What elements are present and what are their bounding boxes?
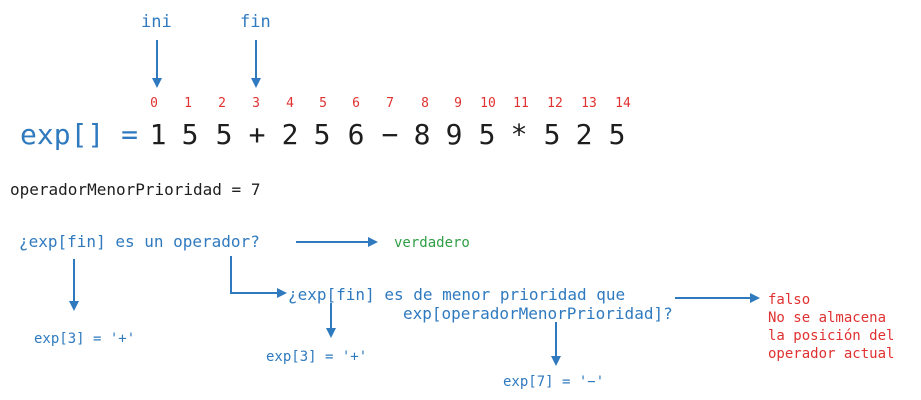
expression-token: 5 xyxy=(215,118,233,151)
index-label: 3 xyxy=(252,96,260,111)
value-left: exp[3] = '+' xyxy=(34,331,136,347)
question-lower-priority-line1: ¿exp[fin] es de menor prioridad que xyxy=(288,285,626,304)
expression-token: 5 xyxy=(478,118,496,151)
expression-token: 5 xyxy=(313,118,331,151)
index-label: 9 xyxy=(454,96,462,111)
index-label: 11 xyxy=(513,96,529,111)
index-label: 7 xyxy=(386,96,394,111)
answer-false-line3: la posición del xyxy=(768,328,895,344)
value-right: exp[7] = '−' xyxy=(503,374,605,390)
expression-token: 6 xyxy=(347,118,365,151)
index-label: 13 xyxy=(581,96,597,111)
expression-token: 8 xyxy=(413,118,431,151)
expression-token: * xyxy=(510,118,528,151)
index-label: 1 xyxy=(184,96,192,111)
answer-false-line2: No se almacena xyxy=(768,310,887,326)
index-label: 4 xyxy=(286,96,294,111)
expression-token: 1 xyxy=(149,118,167,151)
index-label: 14 xyxy=(615,96,631,111)
expression-token: + xyxy=(248,118,266,151)
index-label: 2 xyxy=(218,96,226,111)
expression-label: exp[] = xyxy=(20,118,139,151)
expression-token: 5 xyxy=(181,118,199,151)
value-middle: exp[3] = '+' xyxy=(266,349,368,365)
question-lower-priority-line2: exp[operadorMenorPrioridad]? xyxy=(403,304,673,323)
expression-token: − xyxy=(381,118,399,151)
answer-false-line4: operador actual xyxy=(768,346,895,362)
expression-token: 2 xyxy=(575,118,593,151)
index-label: 6 xyxy=(352,96,360,111)
expression-token: 9 xyxy=(445,118,463,151)
index-label: 8 xyxy=(421,96,429,111)
ini-pointer-label: ini xyxy=(141,12,172,32)
index-label: 5 xyxy=(319,96,327,111)
answer-false-line1: falso xyxy=(768,292,811,308)
index-label: 10 xyxy=(480,96,496,111)
expression-token: 5 xyxy=(608,118,626,151)
expression-token: 5 xyxy=(543,118,561,151)
fin-pointer-label: fin xyxy=(240,12,271,32)
assignment-statement: operadorMenorPrioridad = 7 xyxy=(10,180,261,199)
index-label: 12 xyxy=(547,96,563,111)
expression-token: 2 xyxy=(281,118,299,151)
arrow-q1-q2 xyxy=(230,256,287,298)
question-is-operator: ¿exp[fin] es un operador? xyxy=(19,232,260,251)
index-label: 0 xyxy=(150,96,158,111)
answer-true: verdadero xyxy=(394,235,470,251)
